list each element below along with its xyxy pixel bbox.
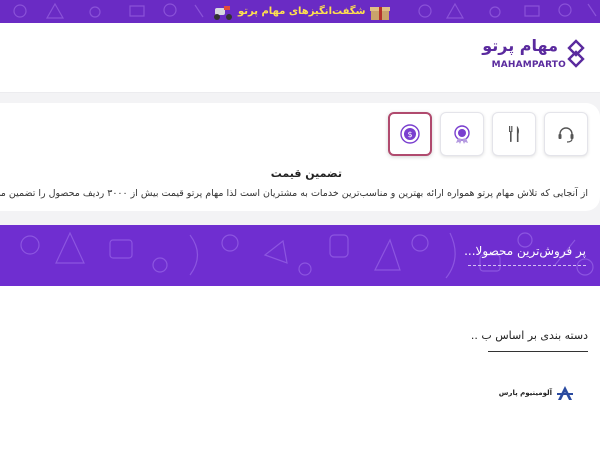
brand-name: آلومینیوم پارس: [498, 389, 552, 397]
aluminium-pars-logo-icon: [557, 386, 573, 400]
tab-price-guarantee[interactable]: $: [388, 112, 432, 156]
site-header: مهام پرتو MAHAMPARTO: [0, 23, 600, 93]
categories-section: دسته بندی بر اساس ب .. آلومینیوم پارس: [0, 286, 600, 450]
promo-banner[interactable]: شگفت‌انگیزهای مهام پرتو: [0, 0, 600, 23]
headset-icon: [558, 127, 574, 143]
tab-support[interactable]: [544, 112, 588, 156]
feature-title: تضمین قیمت: [270, 167, 342, 180]
bestsellers-underline: [468, 265, 586, 266]
feature-description: از آنجایی که تلاش مهام پرتو همواره ارائه…: [0, 188, 588, 199]
bestsellers-title[interactable]: پر فروش‌ترین محصولا...: [464, 244, 586, 258]
fork-knife-icon: [509, 126, 519, 142]
features-card: $ تضمین قیمت از آنجایی که تلاش مهام پرتو…: [0, 103, 600, 211]
feature-tabs: $: [388, 112, 588, 158]
brand-item[interactable]: آلومینیوم پارس: [499, 384, 574, 402]
categories-title: دسته بندی بر اساس ب ..: [470, 329, 588, 342]
quality-badge-icon: [454, 125, 470, 144]
logo-latin-text: MAHAMPARTO: [491, 60, 566, 70]
site-logo[interactable]: مهام پرتو MAHAMPARTO: [476, 36, 586, 76]
logo-mark-icon: [567, 39, 585, 68]
tab-food-service[interactable]: [492, 112, 536, 156]
scooter-icon: [214, 5, 232, 20]
gift-box-icon: [370, 6, 391, 20]
price-badge-icon: $: [400, 124, 420, 144]
bestsellers-section: پر فروش‌ترین محصولا...: [0, 225, 600, 286]
logo-persian-text: مهام پرتو: [482, 36, 558, 55]
categories-underline: [488, 351, 588, 352]
promo-text: شگفت‌انگیزهای مهام پرتو: [238, 6, 366, 17]
tab-quality-guarantee[interactable]: [440, 112, 484, 156]
svg-text:$: $: [407, 130, 412, 139]
